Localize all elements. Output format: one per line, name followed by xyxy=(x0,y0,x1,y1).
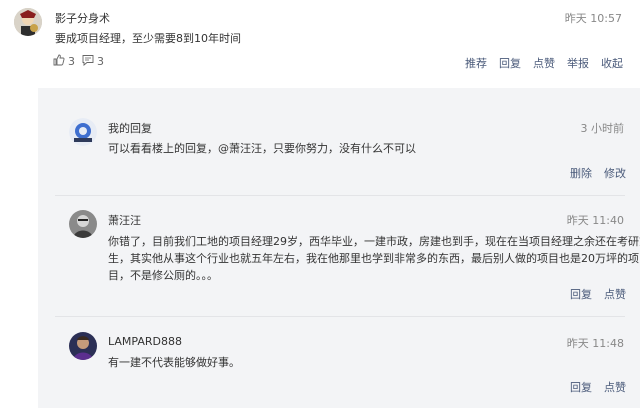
reply-username[interactable]: 我的回复 xyxy=(108,120,152,136)
edit-button[interactable]: 修改 xyxy=(604,165,626,181)
reply-text: 你错了，目前我们工地的项目经理29岁，西华毕业，一建市政，房建也到手，现在在当项… xyxy=(108,235,640,282)
reply-actions: 回复 点赞 xyxy=(570,379,626,395)
like-button[interactable]: 点赞 xyxy=(604,286,626,302)
like-button[interactable]: 点赞 xyxy=(604,379,626,395)
avatar[interactable] xyxy=(69,332,97,360)
like-button[interactable]: 点赞 xyxy=(533,55,555,71)
avatar[interactable] xyxy=(14,8,42,36)
thumbs-up-icon xyxy=(53,54,65,69)
recommend-button[interactable]: 推荐 xyxy=(465,55,487,71)
comment-username[interactable]: 影子分身术 xyxy=(55,10,110,26)
like-count[interactable]: 3 xyxy=(53,54,75,69)
reply-button[interactable]: 回复 xyxy=(570,379,592,395)
replies-panel: 我的回复 3 小时前 可以看看楼上的回复，@萧汪汪，只要你努力，没有什么不可以 … xyxy=(38,88,640,408)
comment-bubble-icon xyxy=(82,54,94,69)
reply-time: 昨天 11:48 xyxy=(566,337,624,350)
report-button[interactable]: 举报 xyxy=(567,55,589,71)
reply-username[interactable]: LAMPARD888 xyxy=(108,335,182,348)
reply-button[interactable]: 回复 xyxy=(499,55,521,71)
divider xyxy=(55,316,625,317)
comment-actions: 推荐 回复 点赞 举报 收起 xyxy=(465,55,623,71)
avatar[interactable] xyxy=(69,210,97,238)
reply-time: 3 小时前 xyxy=(580,122,625,135)
reply-time: 昨天 11:40 xyxy=(566,214,624,227)
reply-button[interactable]: 回复 xyxy=(570,286,592,302)
reply-actions: 删除 修改 xyxy=(570,165,626,181)
comment-text: 要成项目经理，至少需要8到10年时间 xyxy=(55,32,241,45)
reply-text: 可以看看楼上的回复，@萧汪汪，只要你努力，没有什么不可以 xyxy=(108,142,416,155)
main-comment: 影子分身术 昨天 10:57 要成项目经理，至少需要8到10年时间 3 3 推荐… xyxy=(0,0,640,85)
delete-button[interactable]: 删除 xyxy=(570,165,592,181)
comment-count[interactable]: 3 xyxy=(82,54,104,69)
reply-actions: 回复 点赞 xyxy=(570,286,626,302)
divider xyxy=(55,195,625,196)
avatar[interactable] xyxy=(69,118,97,146)
reply-text: 有一建不代表能够做好事。 xyxy=(108,356,240,369)
collapse-button[interactable]: 收起 xyxy=(601,55,623,71)
comment-time: 昨天 10:57 xyxy=(564,12,622,25)
reply-username[interactable]: 萧汪汪 xyxy=(108,212,141,228)
